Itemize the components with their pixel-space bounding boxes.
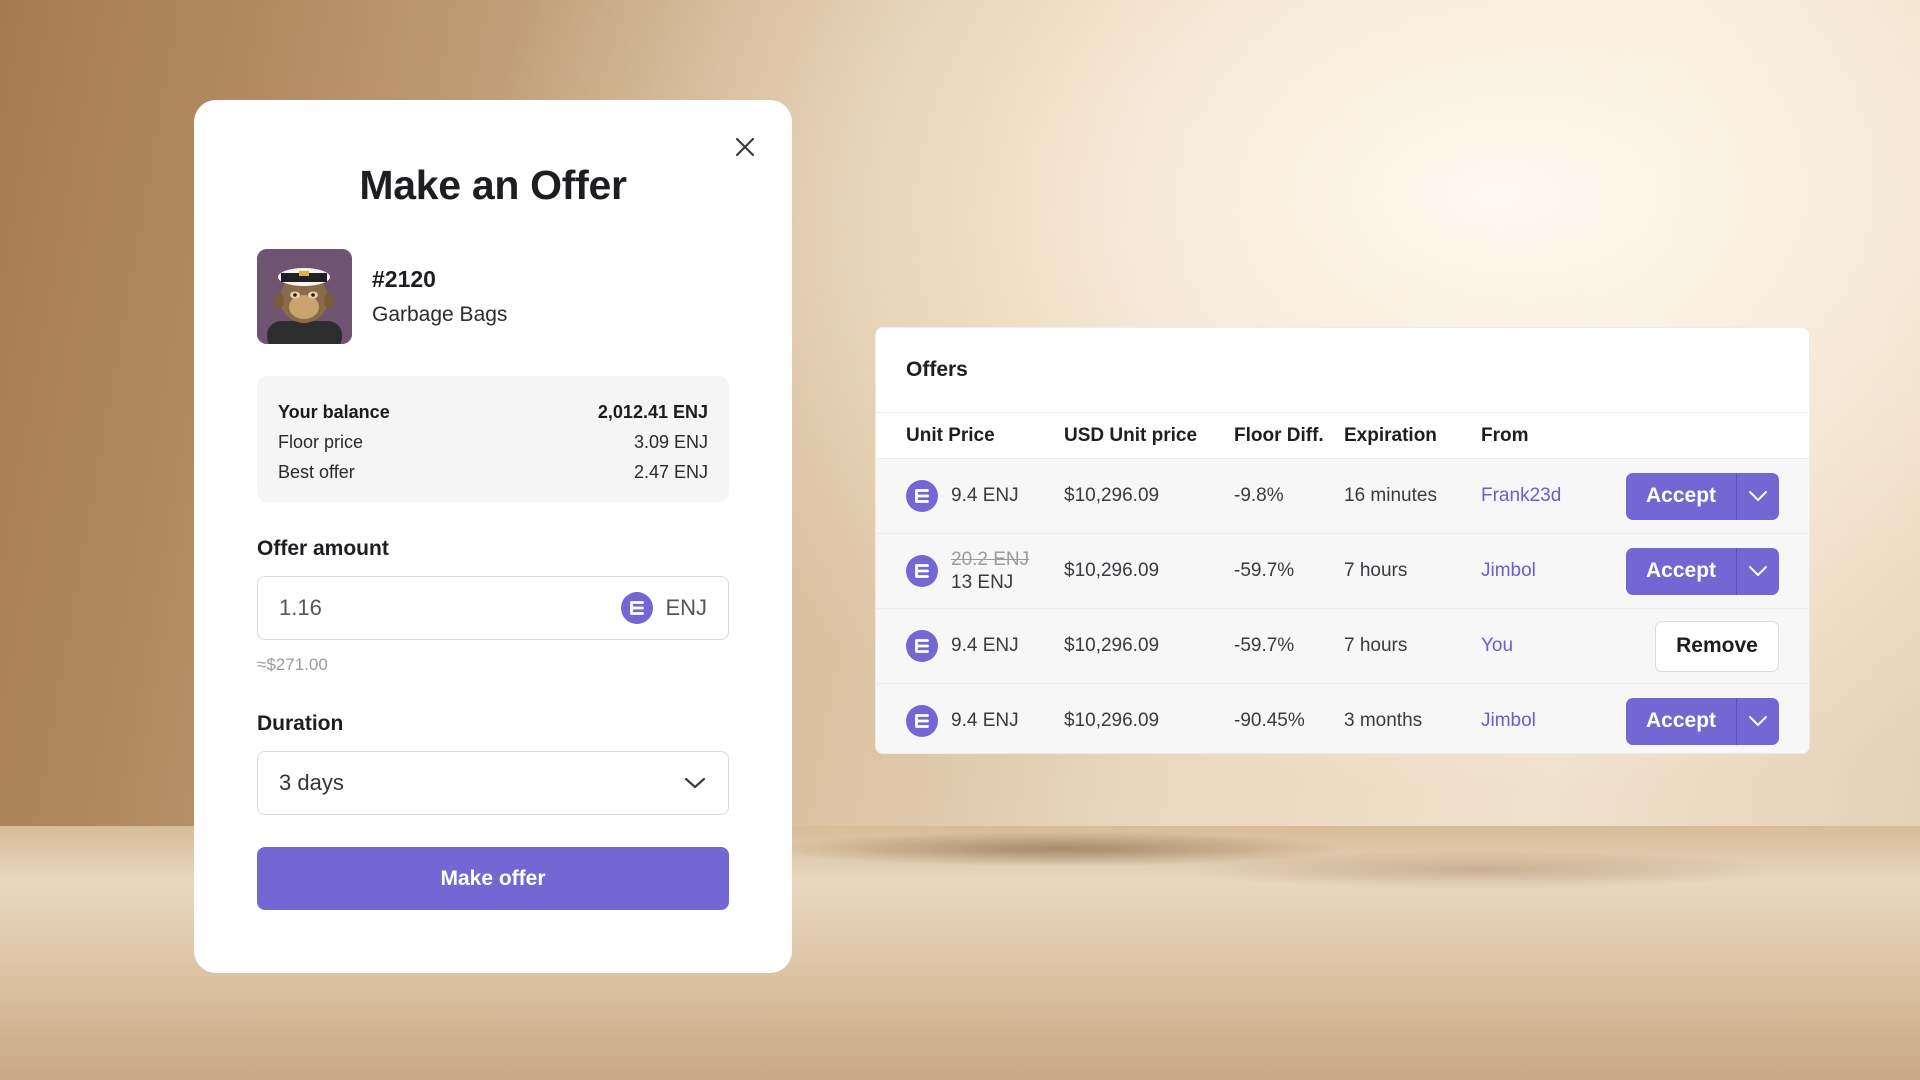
unit-price-cell: 9.4 ENJ bbox=[906, 705, 1019, 737]
accept-button[interactable]: Accept bbox=[1626, 698, 1736, 745]
duration-label: Duration bbox=[257, 712, 344, 735]
chevron-down-icon bbox=[1749, 566, 1767, 576]
column-header-unit-price: Unit Price bbox=[906, 424, 995, 446]
modal-title: Make an Offer bbox=[359, 162, 627, 208]
enj-coin-icon bbox=[906, 705, 938, 737]
unit-price: 9.4 ENJ bbox=[951, 635, 1019, 656]
accept-options-button[interactable] bbox=[1736, 547, 1779, 595]
nft-id: #2120 bbox=[372, 266, 436, 292]
floor-price-value: 3.09 ENJ bbox=[633, 432, 708, 452]
close-icon bbox=[735, 137, 755, 157]
floor-diff: -59.7% bbox=[1234, 560, 1295, 581]
offers-title: Offers bbox=[876, 328, 1809, 413]
make-offer-button[interactable]: Make offer bbox=[257, 847, 729, 910]
accept-options-button[interactable] bbox=[1736, 697, 1779, 745]
offer-row: 9.4 ENJ $10,296.09 -59.7% 7 hours You Re… bbox=[876, 609, 1809, 684]
accept-options-button[interactable] bbox=[1736, 472, 1779, 520]
offers-panel: Offers Unit Price USD Unit price Floor D… bbox=[875, 327, 1810, 754]
enj-coin-icon bbox=[906, 555, 938, 587]
from-user-link[interactable]: Jimbol bbox=[1481, 560, 1536, 582]
balance-label: Your balance bbox=[278, 402, 390, 422]
offer-amount-label: Offer amount bbox=[257, 537, 389, 560]
close-button[interactable] bbox=[732, 134, 758, 160]
column-header-usd-unit-price: USD Unit price bbox=[1064, 424, 1198, 446]
unit-price: 9.4 ENJ bbox=[951, 710, 1019, 731]
offer-row: 9.4 ENJ $10,296.09 -90.45% 3 months Jimb… bbox=[876, 684, 1809, 753]
enj-coin-icon bbox=[906, 480, 938, 512]
currency-suffix: ENJ bbox=[621, 592, 707, 624]
floor-price-label: Floor price bbox=[278, 432, 364, 452]
usd-unit-price: $10,296.09 bbox=[1064, 710, 1160, 731]
offers-header-row: Unit Price USD Unit price Floor Diff. Ex… bbox=[876, 413, 1809, 459]
expiration: 16 minutes bbox=[1344, 485, 1437, 506]
offer-amount-value: 1.16 bbox=[279, 595, 322, 620]
column-header-from: From bbox=[1481, 424, 1529, 446]
duration-select[interactable]: 3 days bbox=[257, 751, 729, 815]
make-offer-modal: Make an Offer #2120 Garbage Bags Your ba… bbox=[194, 100, 792, 973]
nft-collection-name: Garbage Bags bbox=[372, 303, 508, 326]
nft-thumbnail bbox=[257, 249, 352, 344]
accept-button[interactable]: Accept bbox=[1626, 473, 1736, 520]
usd-approx: ≈$271.00 bbox=[257, 655, 328, 674]
offer-row: 9.4 ENJ $10,296.09 -9.8% 16 minutes Fran… bbox=[876, 459, 1809, 534]
best-offer-label: Best offer bbox=[278, 462, 355, 482]
floor-diff: -59.7% bbox=[1234, 635, 1295, 656]
balance-value: 2,012.41 ENJ bbox=[597, 402, 708, 422]
from-user-link[interactable]: Frank23d bbox=[1481, 485, 1561, 507]
usd-unit-price: $10,296.09 bbox=[1064, 560, 1160, 581]
best-offer-row: Best offer 2.47 ENJ bbox=[278, 457, 708, 487]
from-user-link[interactable]: Jimbol bbox=[1481, 710, 1536, 732]
expiration: 7 hours bbox=[1344, 560, 1408, 581]
chevron-down-icon bbox=[1749, 491, 1767, 501]
usd-unit-price: $10,296.09 bbox=[1064, 635, 1160, 656]
enj-coin-icon bbox=[906, 630, 938, 662]
best-offer-value: 2.47 ENJ bbox=[633, 462, 708, 482]
usd-unit-price: $10,296.09 bbox=[1064, 485, 1160, 506]
accept-button[interactable]: Accept bbox=[1626, 548, 1736, 595]
remove-button[interactable]: Remove bbox=[1655, 620, 1779, 672]
accept-split-button: Accept bbox=[1626, 547, 1779, 595]
column-header-expiration: Expiration bbox=[1344, 424, 1437, 446]
currency-label: ENJ bbox=[665, 595, 707, 620]
balance-summary: Your balance 2,012.41 ENJ Floor price 3.… bbox=[257, 376, 729, 502]
from-user-link[interactable]: You bbox=[1481, 635, 1513, 657]
floor-price-row: Floor price 3.09 ENJ bbox=[278, 427, 708, 457]
floor-diff: -90.45% bbox=[1234, 710, 1305, 731]
nft-item: #2120 Garbage Bags bbox=[257, 249, 507, 344]
previous-unit-price: 20.2 ENJ bbox=[951, 549, 1030, 570]
balance-row: Your balance 2,012.41 ENJ bbox=[278, 397, 708, 427]
offer-row: 20.2 ENJ 13 ENJ $10,296.09 -59.7% 7 hour… bbox=[876, 534, 1809, 609]
floor-diff: -9.8% bbox=[1234, 485, 1284, 506]
unit-price-cell: 9.4 ENJ bbox=[906, 630, 1019, 662]
offer-amount-input[interactable]: 1.16 ENJ bbox=[257, 576, 729, 640]
unit-price-cell: 20.2 ENJ 13 ENJ bbox=[906, 548, 1029, 594]
unit-price: 9.4 ENJ bbox=[951, 485, 1019, 506]
unit-price: 13 ENJ bbox=[951, 572, 1014, 593]
duration-value: 3 days bbox=[279, 770, 344, 795]
chevron-down-icon bbox=[1749, 716, 1767, 726]
expiration: 3 months bbox=[1344, 710, 1423, 731]
floor-shadow bbox=[1180, 850, 1780, 890]
enj-coin-icon bbox=[621, 592, 654, 624]
accept-split-button: Accept bbox=[1626, 697, 1779, 745]
expiration: 7 hours bbox=[1344, 635, 1408, 656]
unit-price-cell: 9.4 ENJ bbox=[906, 480, 1019, 512]
chevron-down-icon bbox=[684, 777, 706, 789]
accept-split-button: Accept bbox=[1626, 472, 1779, 520]
column-header-floor-diff: Floor Diff. bbox=[1234, 424, 1324, 446]
